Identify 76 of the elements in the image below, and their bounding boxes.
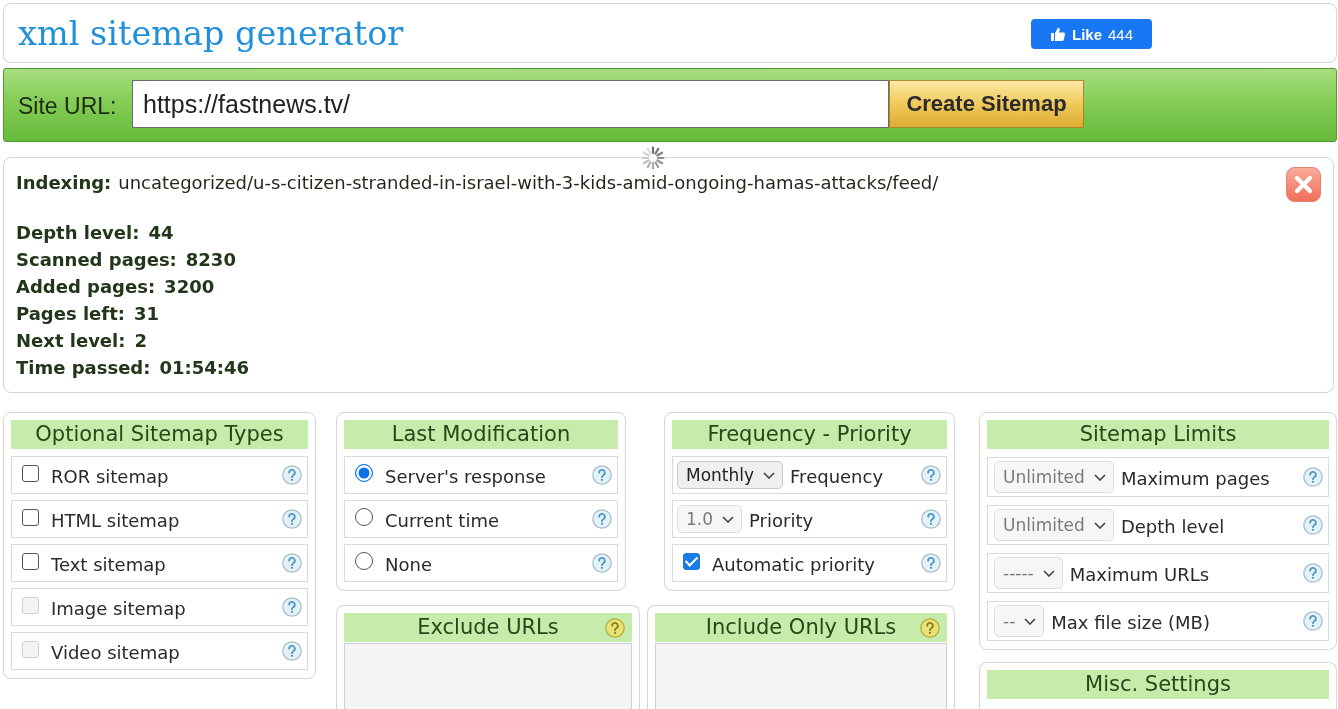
indexing-label: Indexing: [16, 172, 112, 193]
url-list-field[interactable] [655, 643, 947, 709]
radio-button[interactable] [355, 552, 373, 570]
option-label: Maximum pages [1120, 467, 1270, 489]
radio-button[interactable] [355, 508, 373, 526]
panel-heading: Frequency - Priority [672, 420, 947, 449]
help-icon[interactable] [1303, 467, 1323, 487]
panel-heading: Last Modification [344, 420, 618, 449]
url-list-field[interactable] [344, 643, 632, 709]
checkbox[interactable] [22, 465, 39, 482]
help-icon[interactable] [592, 509, 612, 529]
checkbox[interactable] [22, 509, 39, 526]
help-icon[interactable] [282, 465, 302, 485]
stat-value: 01:54:46 [159, 357, 249, 378]
panel-heading: Sitemap Limits [987, 420, 1329, 449]
help-icon[interactable] [592, 465, 612, 485]
option-label: ROR sitemap [51, 465, 169, 487]
create-sitemap-button[interactable]: Create Sitemap [889, 80, 1084, 128]
help-icon[interactable] [282, 553, 302, 573]
stat-value: 44 [148, 222, 174, 243]
help-icon[interactable] [605, 617, 625, 638]
chevron-icon [722, 515, 735, 523]
stat-label: Depth level: [16, 222, 140, 243]
panel-heading: Misc. Settings [987, 670, 1329, 699]
option-label: Video sitemap [51, 641, 180, 663]
chevron-icon [1093, 473, 1106, 481]
help-icon[interactable] [1303, 563, 1323, 583]
help-icon[interactable] [282, 509, 302, 529]
chevron-icon [1042, 569, 1055, 577]
stat-label: Added pages: [16, 276, 156, 297]
close-icon[interactable] [1286, 167, 1321, 202]
help-icon[interactable] [921, 465, 941, 485]
option-label: HTML sitemap [51, 509, 180, 531]
option-label: Automatic priority [712, 553, 875, 575]
url-field[interactable]: https://fastnews.tv/ [132, 80, 889, 128]
site-title[interactable]: xml sitemap generator [18, 15, 404, 53]
chevron-icon [1024, 617, 1037, 625]
help-icon[interactable] [921, 553, 941, 573]
option-label: Priority [749, 509, 814, 531]
indexing-path: uncategorized/u-s-citizen-stranded-in-israel-with-3-kids-amid-ongoing-hamas-attacks/feed/ [118, 172, 939, 193]
radio-button[interactable] [355, 464, 373, 482]
option-label: Max file size (MB) [1051, 611, 1210, 633]
stat-value: 31 [133, 303, 159, 324]
option-label: Text sitemap [51, 553, 166, 575]
stat-label: Time passed: [16, 357, 151, 378]
thumbs-up-icon [1049, 26, 1066, 42]
chevron-icon [763, 471, 776, 479]
checkbox[interactable] [22, 553, 39, 570]
option-label: Current time [385, 509, 499, 531]
help-icon[interactable] [921, 509, 941, 529]
stat-value: 8230 [185, 249, 236, 270]
help-icon[interactable] [920, 617, 940, 638]
help-icon[interactable] [282, 641, 302, 661]
help-icon[interactable] [592, 553, 612, 573]
site-url-label: Site URL: [18, 92, 118, 120]
option-label: Image sitemap [51, 597, 186, 619]
like-button[interactable]: Like 444 [1031, 19, 1152, 49]
stat-label: Pages left: [16, 303, 125, 324]
panel-heading: Optional Sitemap Types [11, 420, 308, 449]
option-label: Frequency [790, 465, 884, 487]
dropdown[interactable]: Monthly [677, 461, 784, 489]
option-label: Maximum URLs [1069, 563, 1210, 585]
panel-heading: Exclude URLs [417, 614, 559, 641]
option-label: Depth level [1120, 515, 1225, 537]
panel-heading: Include Only URLs [705, 614, 897, 641]
stat-value: 3200 [164, 276, 215, 297]
option-label: None [385, 553, 432, 575]
stat-label: Scanned pages: [16, 249, 177, 270]
stat-label: Next level: [16, 330, 126, 351]
chevron-icon [1093, 521, 1106, 529]
help-icon[interactable] [1303, 515, 1323, 535]
checkbox[interactable] [683, 553, 700, 570]
help-icon[interactable] [1303, 611, 1323, 631]
stat-value: 2 [134, 330, 147, 351]
option-label: Server's response [385, 465, 546, 487]
help-icon[interactable] [282, 597, 302, 617]
